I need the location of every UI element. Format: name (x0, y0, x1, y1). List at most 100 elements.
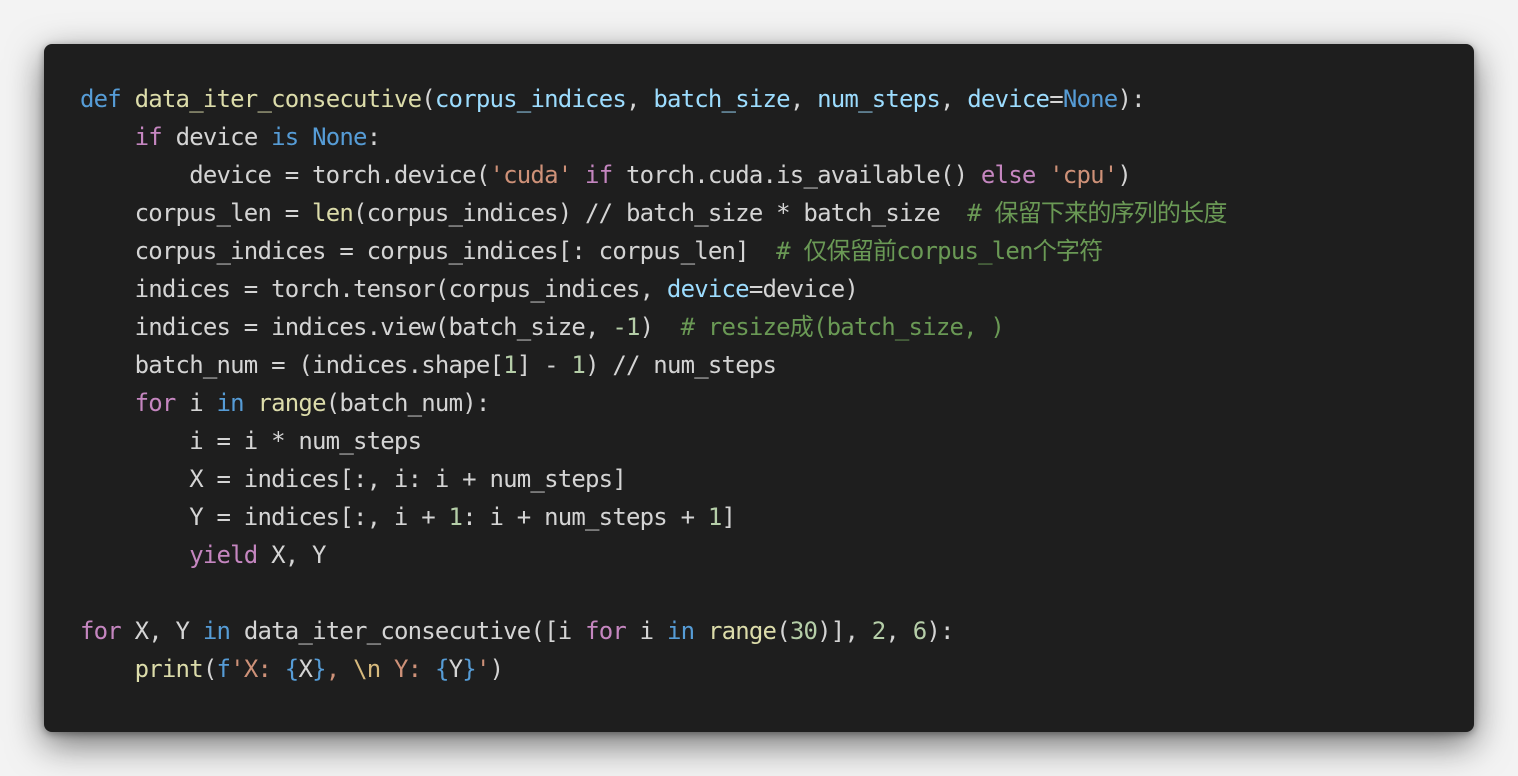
code-token: , (939, 85, 968, 113)
code-token: indices = torch.tensor(corpus_indices, (80, 275, 667, 303)
code-line: if device is None: (80, 118, 1227, 156)
code-token: ): (926, 617, 954, 645)
code-token: range (257, 389, 326, 417)
code-token: if (585, 161, 613, 189)
code-token: # 保留下来的序列的长度 (967, 199, 1227, 227)
code-token: # 仅保留前corpus_len个字符 (776, 237, 1103, 265)
code-line: device = torch.device('cuda' if torch.cu… (80, 156, 1227, 194)
code-token: X, Y (120, 617, 203, 645)
code-line: def data_iter_consecutive(corpus_indices… (80, 80, 1227, 118)
code-token: 'X: (230, 655, 285, 683)
code-line: Y = indices[:, i + 1: i + num_steps + 1] (80, 498, 1227, 536)
code-token: X = indices[:, i: i + num_steps] (80, 465, 627, 493)
code-line: yield X, Y (80, 536, 1227, 574)
code-token: \n (353, 655, 381, 683)
code-token: i (175, 389, 217, 417)
code-token: batch_size (653, 85, 790, 113)
code-token: : i + num_steps + (462, 503, 708, 531)
code-token: indices = indices.view(batch_size, (80, 313, 613, 341)
code-token: ) // num_steps (585, 351, 777, 379)
code-token: =device) (748, 275, 859, 303)
code-token: ( (421, 85, 435, 113)
code-line: i = i * num_steps (80, 422, 1227, 460)
code-token: } (462, 655, 476, 683)
code-token: data_iter_consecutive (134, 85, 422, 113)
code-token: is (271, 123, 299, 151)
code-token: -1 (612, 313, 640, 341)
code-token: batch_num = (indices.shape[ (80, 351, 504, 379)
code-token: ' (475, 655, 490, 683)
code-line: for i in range(batch_num): (80, 384, 1227, 422)
code-token: yield (189, 541, 258, 569)
code-line: batch_num = (indices.shape[1] - 1) // nu… (80, 346, 1227, 384)
code-line: indices = torch.tensor(corpus_indices, d… (80, 270, 1227, 308)
code-token: 'cpu' (1049, 161, 1118, 189)
code-token: Y: (380, 655, 435, 683)
code-token: ) (639, 313, 681, 341)
code-token: ( (776, 617, 790, 645)
code-block[interactable]: def data_iter_consecutive(corpus_indices… (80, 80, 1227, 688)
code-token: 1 (448, 503, 463, 531)
code-token: (batch_num): (325, 389, 491, 417)
code-line: for X, Y in data_iter_consecutive([i for… (80, 612, 1227, 650)
code-token: (corpus_indices) // batch_size * batch_s… (353, 199, 968, 227)
code-token: device (666, 275, 750, 303)
code-token: range (707, 617, 777, 645)
code-token: : (366, 123, 381, 151)
code-token: in (216, 389, 245, 417)
code-token: None (312, 123, 367, 151)
code-token: } (312, 655, 326, 683)
code-token: 1 (503, 351, 517, 379)
code-token: i (626, 617, 667, 645)
code-token: , (626, 85, 654, 113)
code-token: ): (1117, 85, 1145, 113)
code-token: f (216, 655, 231, 683)
code-token: 1 (707, 503, 722, 531)
code-token: # resize成(batch_size, ) (680, 313, 1005, 341)
code-line: indices = indices.view(batch_size, -1) #… (80, 308, 1227, 346)
code-token: = (1049, 85, 1063, 113)
code-window: def data_iter_consecutive(corpus_indices… (44, 44, 1474, 732)
code-token: 1 (571, 351, 586, 379)
code-token: X, Y (257, 541, 326, 569)
code-token: 2 (871, 617, 886, 645)
code-line: corpus_len = len(corpus_indices) // batc… (80, 194, 1228, 232)
code-line: X = indices[:, i: i + num_steps] (80, 460, 1227, 498)
code-token: Y = indices[:, i + (80, 503, 449, 531)
code-token: device = torch.device( (80, 161, 490, 189)
code-token: , (885, 617, 913, 645)
code-token: device (161, 123, 272, 151)
code-token: else (980, 161, 1036, 189)
code-token: , (325, 655, 354, 683)
code-token: num_steps (817, 85, 941, 113)
code-token: { (434, 655, 449, 683)
code-token: in (666, 617, 695, 645)
code-token: None (1062, 85, 1118, 113)
code-token: , (789, 85, 818, 113)
code-token: ) (1117, 161, 1132, 189)
code-line: print(f'X: {X}, \n Y: {Y}') (80, 650, 1227, 688)
code-token: ] (721, 503, 736, 531)
code-token: i = i * num_steps (80, 427, 422, 455)
code-token: for (585, 617, 627, 645)
code-token: for (134, 389, 177, 417)
code-token: )], (817, 617, 872, 645)
code-token: ) (489, 655, 504, 683)
code-token: corpus_len = (80, 199, 313, 227)
code-token: ] - (516, 351, 572, 379)
code-token: X (298, 655, 313, 683)
code-token: corpus_indices = corpus_indices[: corpus… (80, 237, 777, 265)
code-token: for (80, 617, 122, 645)
code-token: torch.cuda.is_available() (612, 161, 981, 189)
code-token: 6 (912, 617, 927, 645)
code-token: device (967, 85, 1050, 113)
code-token: Y (448, 655, 463, 683)
